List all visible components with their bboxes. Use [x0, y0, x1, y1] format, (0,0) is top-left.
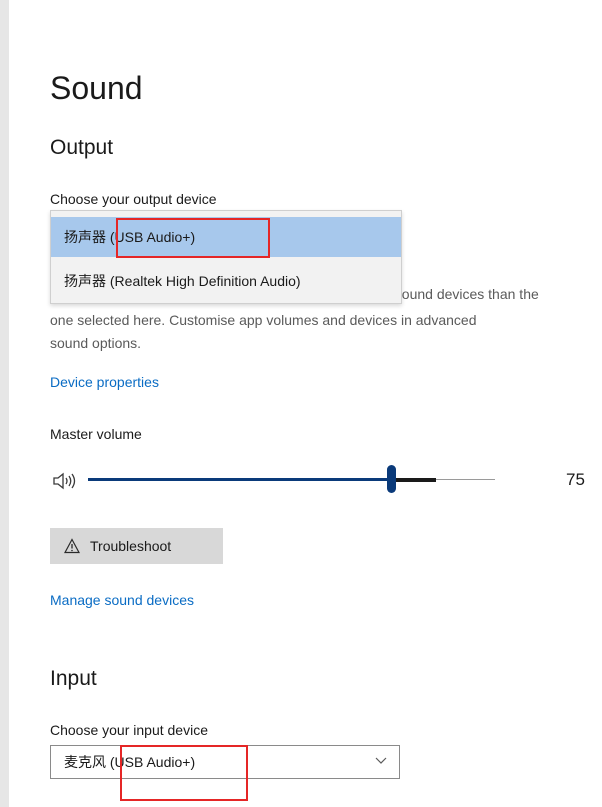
output-option-realtek-prefix: 扬声器: [64, 273, 106, 289]
input-device-select[interactable]: 麦克风 (USB Audio+): [50, 745, 400, 779]
volume-slider-thumb[interactable]: [387, 465, 396, 493]
input-device-label: Choose your input device: [50, 722, 208, 738]
output-info-line-1: t sound devices than the: [387, 286, 539, 302]
device-properties-link[interactable]: Device properties: [50, 374, 159, 390]
volume-slider-empty-track[interactable]: [436, 479, 495, 480]
output-option-usb-audio-prefix: 扬声器: [64, 229, 106, 245]
output-option-realtek-label: (Realtek High Definition Audio): [106, 273, 301, 289]
input-section-title: Input: [50, 667, 97, 690]
output-option-usb-audio-label: (USB Audio+): [106, 229, 196, 245]
warning-icon: [64, 538, 80, 554]
output-option-realtek[interactable]: 扬声器 (Realtek High Definition Audio): [51, 261, 401, 301]
master-volume-label: Master volume: [50, 426, 142, 442]
output-option-usb-audio[interactable]: 扬声器 (USB Audio+): [51, 217, 401, 257]
page-title: Sound: [50, 70, 143, 106]
input-device-prefix: 麦克风: [64, 754, 106, 770]
troubleshoot-button[interactable]: Troubleshoot: [50, 528, 223, 564]
output-info-line-3: sound options.: [50, 335, 142, 351]
output-device-label: Choose your output device: [50, 191, 217, 207]
troubleshoot-label: Troubleshoot: [90, 538, 172, 554]
output-device-dropdown-list: 扬声器 (USB Audio+) 扬声器 (Realtek High Defin…: [50, 210, 402, 304]
left-rail: [0, 0, 9, 807]
chevron-down-icon: [375, 757, 387, 764]
output-section-title: Output: [50, 136, 114, 159]
input-device-value: (USB Audio+): [106, 754, 196, 770]
volume-slider-track-segment[interactable]: [396, 478, 436, 482]
manage-sound-devices-link[interactable]: Manage sound devices: [50, 592, 194, 608]
speaker-icon[interactable]: [52, 471, 78, 491]
output-info-line-2: one selected here. Customise app volumes…: [50, 312, 477, 328]
volume-value: 75: [566, 470, 585, 489]
volume-slider-filled-track[interactable]: [88, 478, 390, 481]
